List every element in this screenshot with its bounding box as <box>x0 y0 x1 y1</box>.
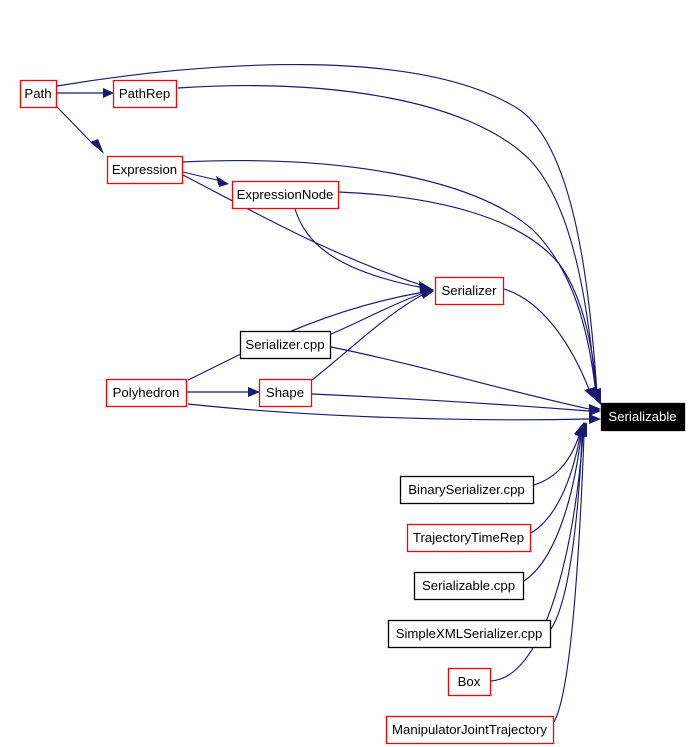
graph-node-serializer_cpp[interactable]: Serializer.cpp <box>239 330 332 360</box>
dependency-graph: Path PathRep Expression ExpressionNode Seria… <box>0 0 696 747</box>
edge-shape-to-serializable <box>311 393 601 416</box>
graph-node-serializable_cpp[interactable]: Serializable.cpp <box>413 571 525 601</box>
graph-node-manipjointtraj[interactable]: ManipulatorJointTrajectory <box>385 715 555 745</box>
edge-path-to-expression <box>56 106 104 154</box>
edge-line <box>533 435 580 486</box>
edge-manipjointtraj-to-serializable <box>553 422 587 723</box>
edge-expressionnode-to-serializer <box>294 208 434 293</box>
arrow-head-icon <box>103 88 114 98</box>
graph-canvas: Path PathRep Expression ExpressionNode Seria… <box>19 63 686 745</box>
graph-node-pathrep[interactable]: PathRep <box>112 79 178 109</box>
edge-line <box>330 292 425 335</box>
edge-expression-to-expressionnode <box>182 171 229 187</box>
node-label: Expression <box>112 162 177 177</box>
node-label: Serializer.cpp <box>245 337 324 352</box>
node-label: Serializer <box>442 283 498 298</box>
arrow-head-icon <box>248 387 260 397</box>
node-label: Shape <box>266 385 304 400</box>
arrow-head-icon <box>589 414 601 424</box>
node-label: Path <box>24 86 51 101</box>
edge-line <box>550 435 583 630</box>
node-label: Serializable <box>608 409 676 424</box>
node-label: ManipulatorJointTrajectory <box>392 722 547 737</box>
graph-node-path[interactable]: Path <box>19 79 58 109</box>
node-label: Polyhedron <box>113 385 180 400</box>
edge-line <box>330 346 590 410</box>
graph-node-polyhedron[interactable]: Polyhedron <box>105 378 188 408</box>
node-label: BinarySerializer.cpp <box>408 482 525 497</box>
edge-path-to-pathrep <box>57 88 114 98</box>
graph-node-serializable[interactable]: Serializable <box>600 402 686 432</box>
node-label: Box <box>458 674 481 689</box>
graph-node-box[interactable]: Box <box>447 667 492 697</box>
graph-node-expression[interactable]: Expression <box>106 155 184 185</box>
edge-line <box>182 171 222 182</box>
node-label: ExpressionNode <box>237 187 334 202</box>
edge-line <box>311 393 590 412</box>
edge-polyhedron-to-shape <box>187 387 260 397</box>
nodes-layer: Path PathRep Expression ExpressionNode Seria… <box>19 79 686 745</box>
graph-node-shape[interactable]: Shape <box>258 378 313 408</box>
graph-node-simplexml_cpp[interactable]: SimpleXMLSerializer.cpp <box>387 619 552 649</box>
arrow-head-icon <box>90 139 104 154</box>
node-label: PathRep <box>119 86 170 101</box>
arrow-head-icon <box>216 176 229 187</box>
node-label: Serializable.cpp <box>422 578 515 593</box>
graph-node-expressionnode[interactable]: ExpressionNode <box>231 180 340 210</box>
node-label: SimpleXMLSerializer.cpp <box>396 626 543 641</box>
graph-node-binaryser_cpp[interactable]: BinarySerializer.cpp <box>399 475 535 505</box>
edge-line <box>523 435 582 582</box>
edge-line <box>56 106 96 147</box>
edge-line <box>294 208 425 289</box>
graph-node-serializer[interactable]: Serializer <box>434 276 505 306</box>
edge-serializer_cpp-to-serializable <box>330 346 601 414</box>
graph-node-trajtimerep[interactable]: TrajectoryTimeRep <box>406 523 532 553</box>
node-label: TrajectoryTimeRep <box>413 530 524 545</box>
